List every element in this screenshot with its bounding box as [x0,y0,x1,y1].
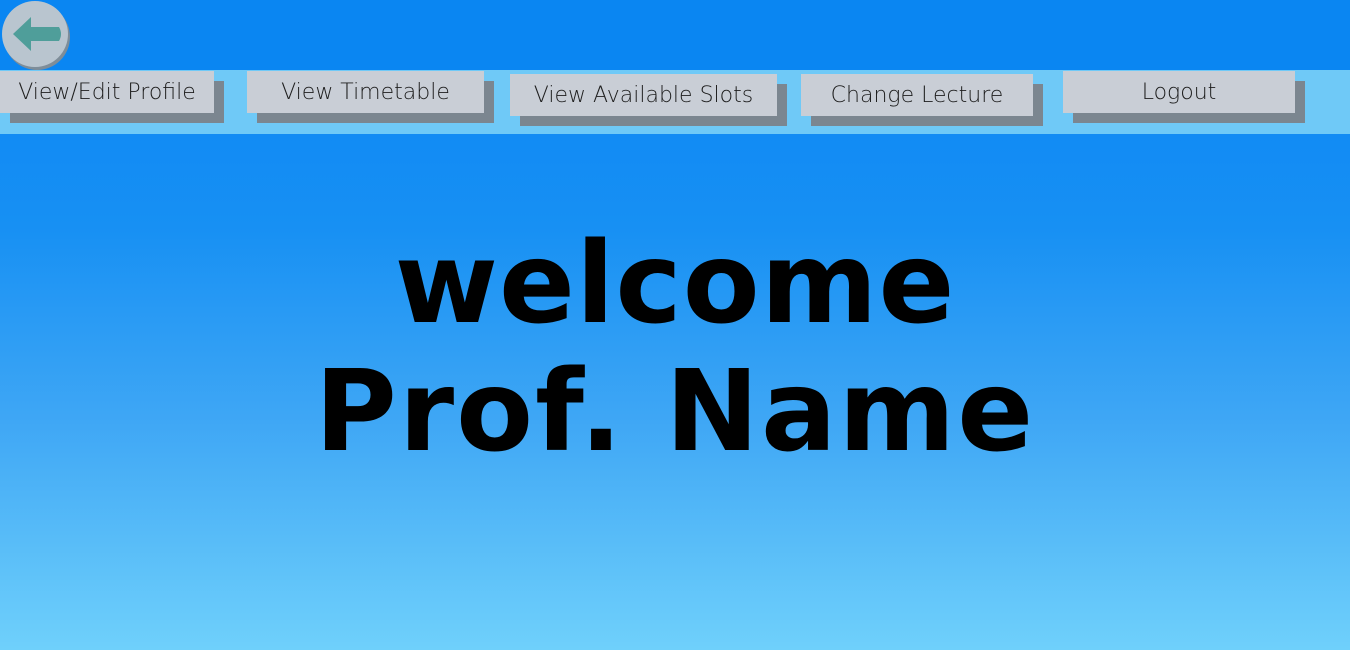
back-button[interactable] [2,1,68,67]
view-available-slots-button[interactable]: View Available Slots [510,74,787,126]
view-edit-profile-button[interactable]: View/Edit Profile [0,71,224,123]
nav-button-label: View Available Slots [510,74,777,116]
nav-button-label: Change Lecture [801,74,1033,116]
nav-button-label: View/Edit Profile [0,71,214,113]
welcome-text: welcome [394,219,956,349]
logout-button[interactable]: Logout [1063,71,1305,123]
welcome-heading: welcome Prof. Name [0,228,1350,468]
nav-button-label: Logout [1063,71,1295,113]
top-header-band [0,0,1350,70]
change-lecture-button[interactable]: Change Lecture [801,74,1043,126]
professor-name: Prof. Name [314,347,1036,477]
nav-button-label: View Timetable [247,71,484,113]
view-timetable-button[interactable]: View Timetable [247,71,494,123]
arrow-left-icon [13,17,61,51]
